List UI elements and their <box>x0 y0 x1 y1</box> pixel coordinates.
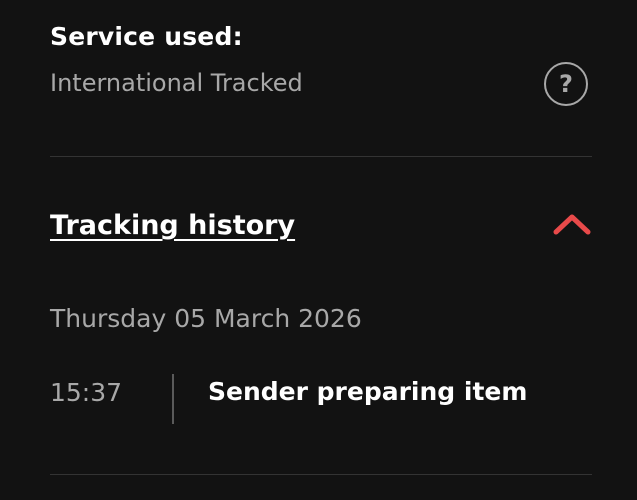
question-mark-icon: ? <box>559 70 573 98</box>
service-used-value: International Tracked <box>50 69 303 97</box>
tracking-date: Thursday 05 March 2026 <box>50 304 362 333</box>
service-used-label: Service used: <box>50 22 243 51</box>
help-button[interactable]: ? <box>544 62 588 106</box>
tracking-history-toggle[interactable]: Tracking history <box>50 210 295 241</box>
event-description: Sender preparing item <box>208 377 528 406</box>
divider <box>50 474 592 475</box>
chevron-up-icon[interactable] <box>552 210 592 236</box>
event-time: 15:37 <box>50 378 123 407</box>
timeline-line <box>172 374 174 424</box>
divider <box>50 156 592 157</box>
tracking-details-panel: Service used: International Tracked ? Tr… <box>0 0 637 500</box>
